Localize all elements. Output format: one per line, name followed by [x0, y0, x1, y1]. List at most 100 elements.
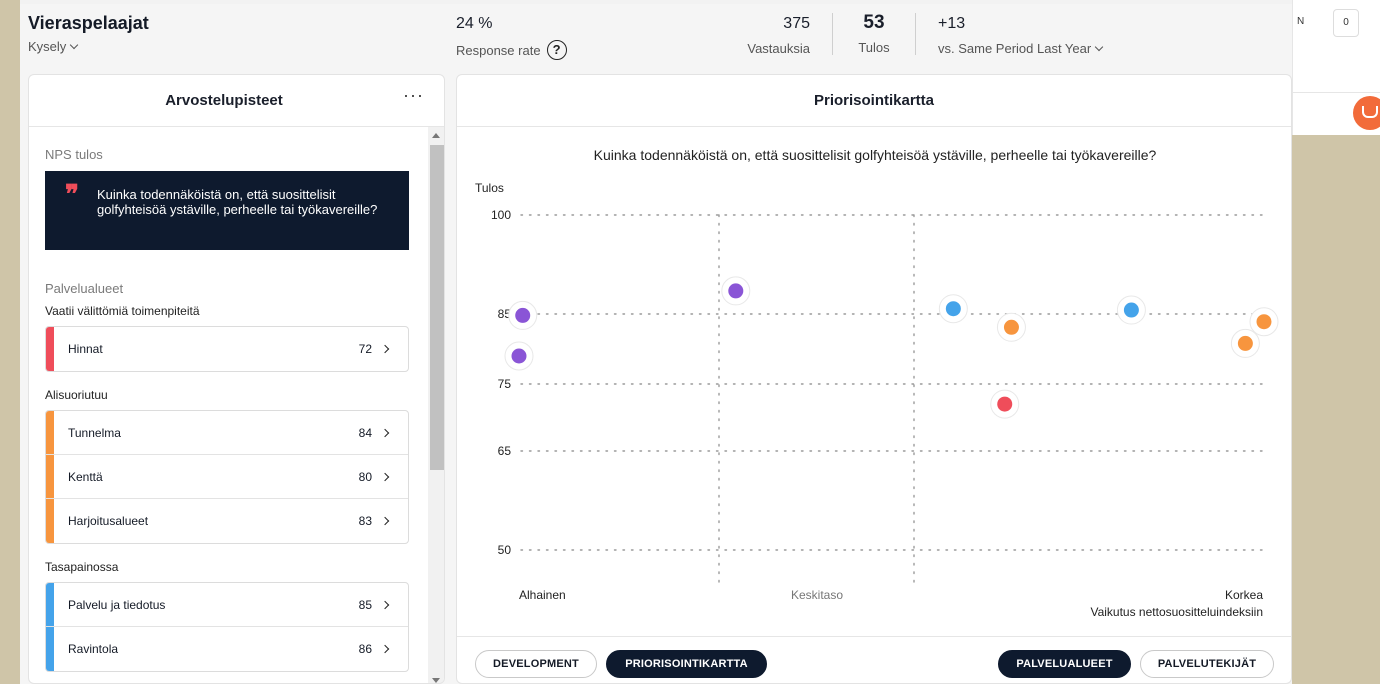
background-divider — [1293, 92, 1380, 93]
chevron-down-icon — [1094, 42, 1104, 52]
background-value-box[interactable]: 0 — [1333, 9, 1359, 37]
service-area-name: Palvelu ja tiedotus — [68, 597, 166, 612]
y-tick-label: 100 — [491, 208, 511, 222]
scroll-up-arrow-icon[interactable] — [432, 133, 440, 138]
service-area-item[interactable]: Tunnelma 84 — [46, 411, 408, 455]
score-stat: 53 Tulos — [846, 12, 902, 55]
data-point-dot — [1003, 319, 1019, 335]
survey-type-label: Kysely — [28, 39, 67, 54]
comparison-stat: +13 vs. Same Period Last Year — [938, 15, 1104, 56]
service-area-name: Kenttä — [68, 469, 103, 484]
chevron-right-icon — [380, 344, 390, 354]
data-point[interactable] — [1116, 295, 1146, 325]
service-area-name: Hinnat — [68, 342, 103, 356]
priority-scatter-chart: Tulos 10085756550 Alhainen Keskitaso Korke… — [475, 181, 1279, 619]
service-area-score: 86 — [358, 642, 372, 656]
status-color-bar — [46, 411, 54, 454]
data-point[interactable] — [938, 294, 968, 324]
data-point[interactable] — [508, 300, 538, 330]
response-rate-label: Response rate — [456, 42, 541, 58]
y-tick-label: 75 — [498, 377, 512, 391]
response-rate-value: 24 % — [456, 15, 493, 32]
status-color-bar — [46, 327, 54, 371]
chevron-right-icon — [380, 600, 390, 609]
data-point-dot — [515, 307, 531, 323]
chevron-right-icon — [380, 516, 390, 526]
chevron-right-icon — [380, 472, 390, 481]
service-area-list: Palvelu ja tiedotus 85 Ravintola 86 — [45, 582, 409, 672]
background-right-panel: N 0 — [1292, 0, 1380, 135]
responses-label: Vastauksia — [747, 41, 810, 56]
responses-value: 375 — [783, 15, 810, 32]
data-point-dot — [1256, 314, 1272, 330]
group-label: Vaatii välittömiä toimenpiteitä — [45, 304, 200, 318]
data-point-dot — [728, 283, 744, 299]
data-point[interactable] — [996, 312, 1026, 342]
background-strip — [0, 0, 20, 684]
scroll-down-arrow-icon[interactable] — [432, 678, 440, 683]
data-point[interactable] — [1249, 307, 1279, 337]
background-label: N — [1297, 16, 1305, 27]
service-area-score: 83 — [358, 514, 372, 528]
status-color-bar — [46, 499, 54, 543]
service-area-item[interactable]: Harjoitusalueet 83 — [46, 499, 408, 543]
data-point[interactable] — [721, 276, 751, 306]
data-point-dot — [997, 396, 1013, 412]
comparison-period-dropdown[interactable]: vs. Same Period Last Year — [938, 41, 1104, 56]
service-area-score: 80 — [358, 469, 372, 484]
rating-points-card: Arvostelupisteet ··· NPS tulos ❞ Kuinka … — [28, 74, 445, 684]
data-point-dot — [1123, 302, 1139, 318]
service-area-item[interactable]: Hinnat 72 — [46, 327, 408, 371]
chart-footer: DEVELOPMENT PRIORISOINTIKARTTA PALVELUAL… — [457, 636, 1291, 683]
priority-map-card: Priorisointikartta Kuinka todennäköistä … — [456, 74, 1292, 684]
help-icon[interactable]: ? — [546, 40, 567, 60]
score-value: 53 — [863, 12, 885, 33]
y-tick-label: 65 — [498, 444, 512, 458]
more-options-icon[interactable]: ··· — [403, 85, 424, 106]
comparison-period-label: vs. Same Period Last Year — [938, 41, 1092, 56]
nps-question-box[interactable]: ❞ Kuinka todennäköistä on, että suositte… — [45, 171, 409, 250]
service-areas-button[interactable]: PALVELUALUEET — [998, 650, 1131, 678]
data-point[interactable] — [1230, 328, 1260, 358]
nps-label: NPS tulos — [45, 147, 103, 162]
y-axis-label: Tulos — [475, 181, 504, 195]
service-area-name: Ravintola — [68, 642, 119, 656]
card-header: Arvostelupisteet ··· — [29, 75, 444, 127]
data-point-dot — [945, 301, 961, 317]
y-tick-label: 50 — [498, 543, 512, 557]
page-title: Vieraspelaajat — [28, 13, 149, 33]
service-area-score: 72 — [358, 342, 372, 356]
service-area-list: Tunnelma 84 Kenttä 80 Harjoitusalueet 83 — [45, 410, 409, 544]
priority-map-button[interactable]: PRIORISOINTIKARTTA — [606, 650, 767, 678]
service-area-item[interactable]: Palvelu ja tiedotus 85 — [46, 583, 408, 627]
x-category-label: Korkea — [1225, 588, 1263, 602]
data-point[interactable] — [504, 341, 534, 371]
survey-type-dropdown[interactable]: Kysely — [28, 39, 79, 54]
service-area-score: 84 — [358, 425, 372, 440]
score-label: Tulos — [858, 40, 890, 55]
service-factors-button[interactable]: PALVELUTEKIJÄT — [1140, 650, 1274, 678]
service-area-name: Harjoitusalueet — [68, 514, 149, 528]
status-color-bar — [46, 583, 54, 626]
data-point-dot — [1237, 335, 1253, 351]
card-body: NPS tulos ❞ Kuinka todennäköistä on, ett… — [29, 127, 427, 683]
scrollbar[interactable] — [428, 127, 444, 683]
development-button[interactable]: DEVELOPMENT — [475, 650, 597, 678]
header: Vieraspelaajat Kysely 24 % Response rate… — [20, 4, 1292, 70]
responses-stat: 375 Vastauksia — [735, 15, 810, 56]
chevron-right-icon — [380, 428, 390, 437]
service-area-item[interactable]: Kenttä 80 — [46, 455, 408, 499]
group-label: Tasapainossa — [45, 560, 119, 574]
quote-icon: ❞ — [65, 180, 79, 210]
chat-icon[interactable] — [1353, 96, 1380, 130]
service-area-name: Tunnelma — [68, 425, 121, 440]
service-areas-label: Palvelualueet — [45, 281, 124, 296]
survey-panel: Vieraspelaajat Kysely 24 % Response rate… — [20, 4, 1292, 684]
chevron-down-icon — [70, 40, 79, 50]
service-area-item[interactable]: Ravintola 86 — [46, 627, 408, 671]
scroll-thumb[interactable] — [430, 145, 444, 470]
divider — [915, 13, 916, 55]
status-color-bar — [46, 455, 54, 498]
data-point[interactable] — [990, 389, 1020, 419]
nps-question-text: Kuinka todennäköistä on, että suositteli… — [97, 187, 378, 217]
